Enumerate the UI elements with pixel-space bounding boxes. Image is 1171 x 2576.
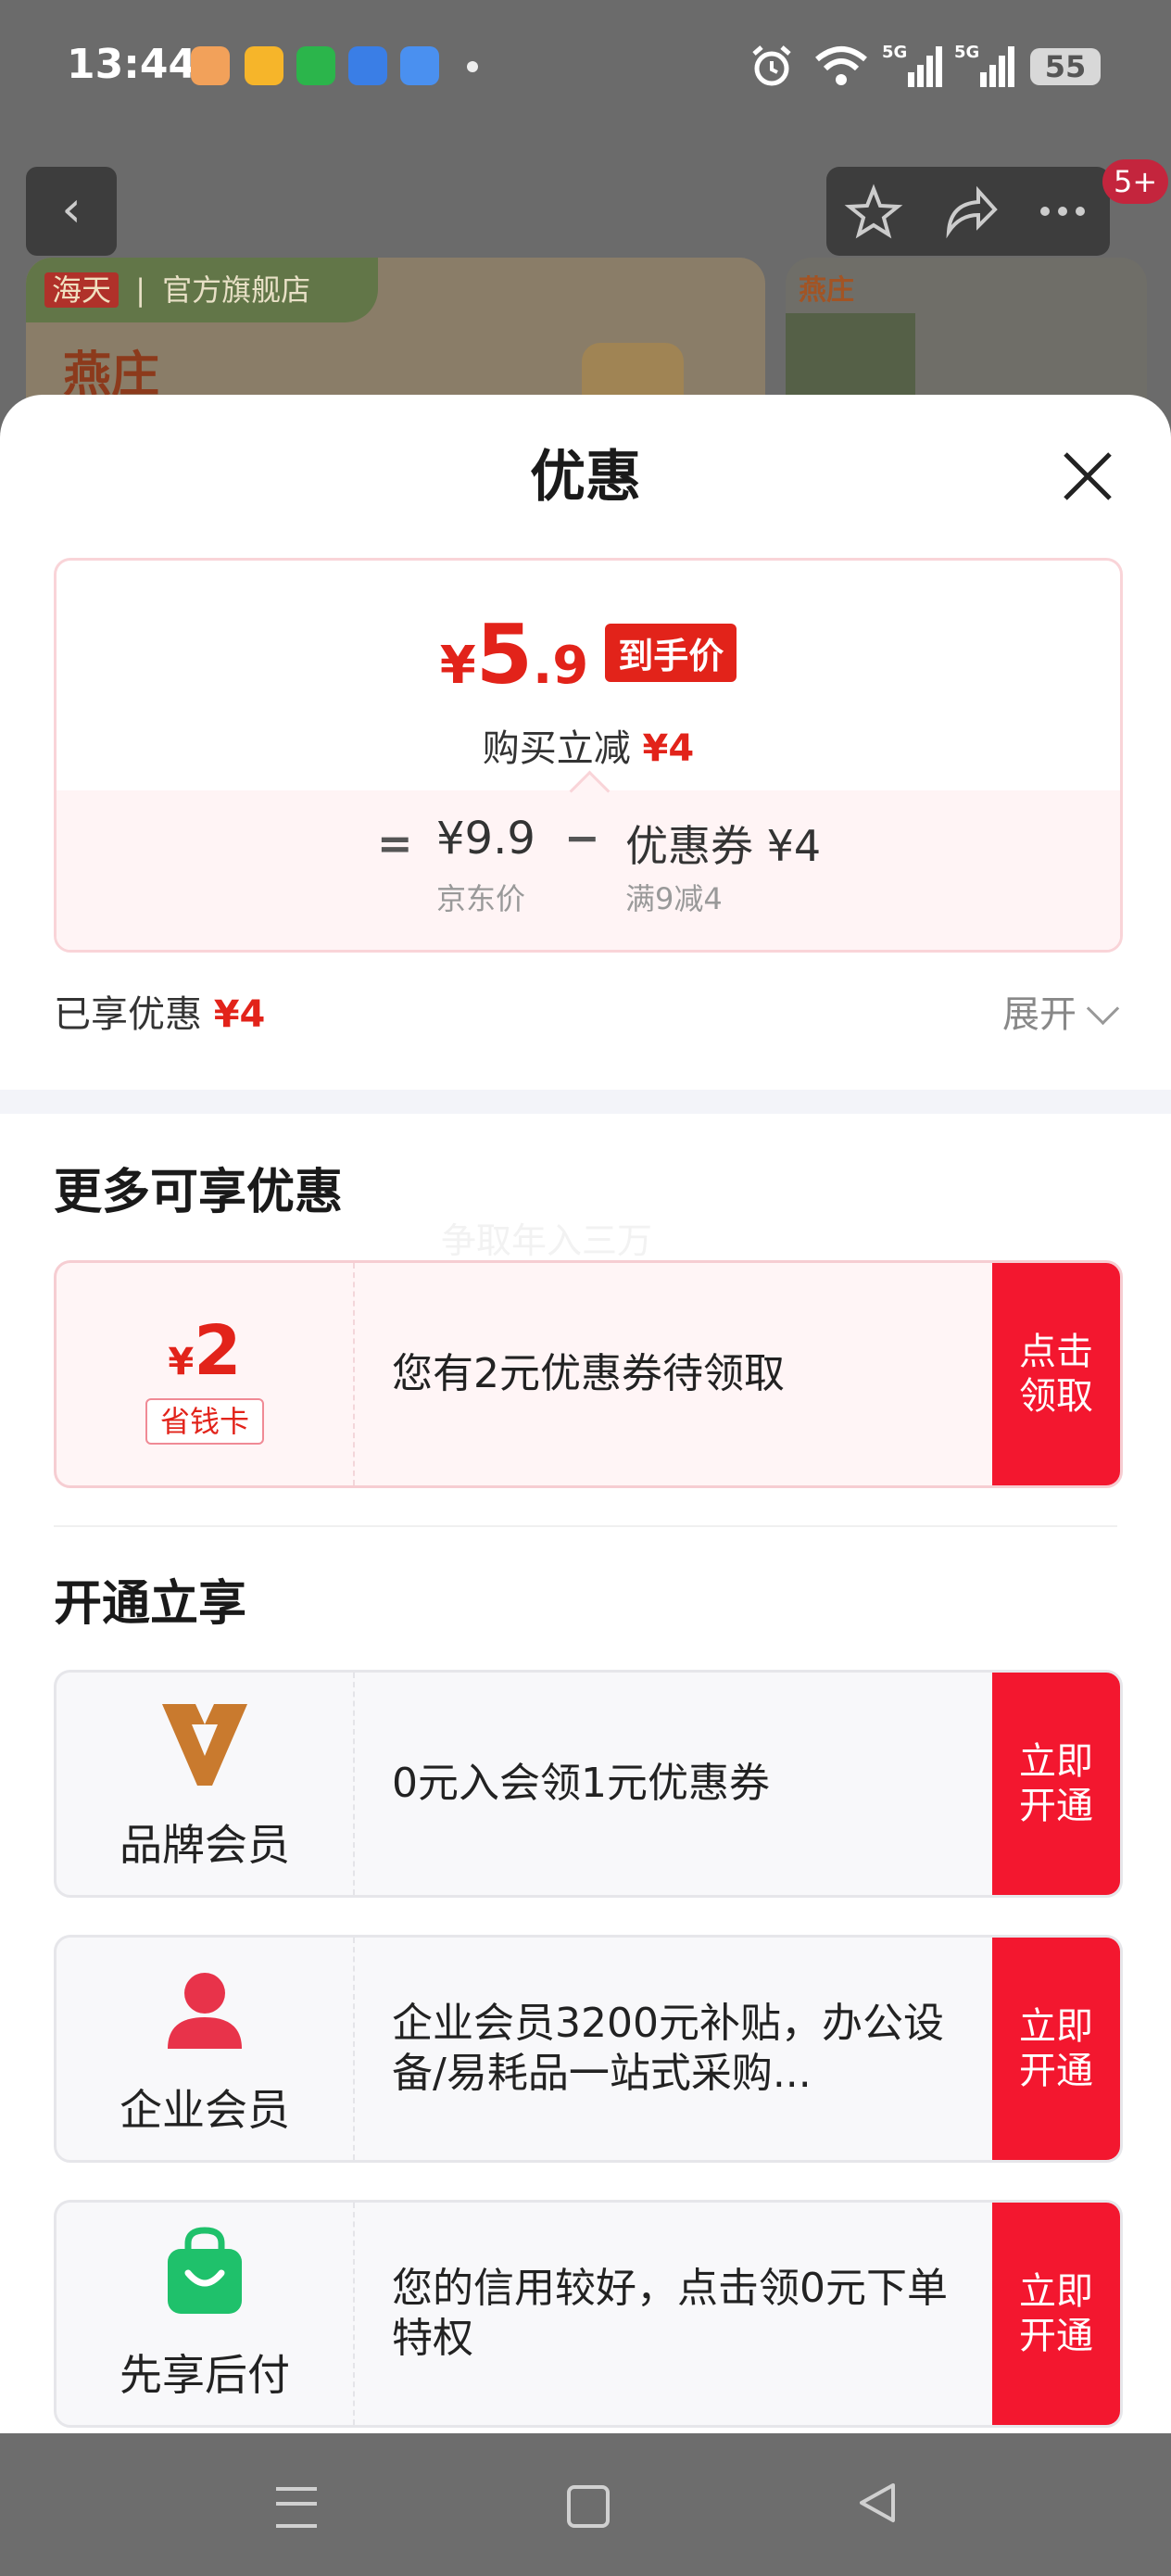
more-notifications-dot xyxy=(467,61,478,72)
alarm-icon xyxy=(752,45,791,86)
brand-member-text: 0元入会领1元优惠券 xyxy=(392,1673,985,1895)
enjoyed-amount: ¥4 xyxy=(213,993,266,1036)
final-price-tag: 到手价 xyxy=(605,624,737,682)
enterprise-member-description: 企业会员3200元补贴，办公设备/易耗品一站式采购... xyxy=(392,2000,944,2097)
savings-yen: ¥ xyxy=(168,1341,195,1383)
browser-app-icon xyxy=(400,46,439,85)
equals-sign: = xyxy=(377,818,413,868)
store-tag-text: 官方旗舰店 xyxy=(162,272,311,308)
open-enjoy-title: 开通立享 xyxy=(54,1576,247,1632)
message-app-icon xyxy=(296,46,335,85)
svg-text:5G: 5G xyxy=(954,43,979,62)
enjoyed-label: 已享优惠 xyxy=(54,993,202,1036)
jd-price: ¥9.9 xyxy=(436,813,535,865)
brand-member-left: 品牌会员 xyxy=(57,1673,355,1895)
system-navigation-bar xyxy=(0,2433,1171,2576)
pay-later-text: 您的信用较好，点击领0元下单特权 xyxy=(392,2203,985,2425)
weibo-icon xyxy=(245,46,283,85)
reduction-amount: ¥4 xyxy=(642,727,695,770)
open-enterprise-member-button[interactable]: 立即 开通 xyxy=(992,1938,1120,2160)
wifi-icon xyxy=(815,46,867,85)
pay-later-label: 先享后付 xyxy=(120,2350,290,2400)
store-tag: 海天 | 官方旗舰店 xyxy=(26,258,378,322)
tree-image xyxy=(786,313,915,406)
store-tag-brand: 海天 xyxy=(44,272,120,308)
divider xyxy=(54,1525,1117,1527)
status-time: 13:44 xyxy=(67,41,197,88)
savings-card-description: 您有2元优惠券待领取 xyxy=(392,1350,785,1397)
enterprise-member-text: 企业会员3200元补贴，办公设备/易耗品一站式采购... xyxy=(392,1938,985,2160)
back-button[interactable]: ‹ xyxy=(26,167,117,256)
price-integer: 5 xyxy=(475,607,533,702)
reduction-label: 购买立减 xyxy=(482,727,631,770)
enterprise-member-label: 企业会员 xyxy=(120,2085,290,2135)
user-icon xyxy=(168,1973,242,2049)
price-yen: ¥ xyxy=(439,636,476,696)
brand-member-card: 品牌会员 0元入会领1元优惠券 立即 开通 xyxy=(54,1670,1123,1898)
savings-amount: ¥2 xyxy=(57,1311,353,1391)
chevron-down-icon[interactable] xyxy=(1086,991,1120,1026)
final-price-box: ¥5.9 到手价 购买立减 ¥4 = ¥9.9 京东价 − 优惠券 ¥4 满9减4 xyxy=(54,558,1123,953)
more-discounts-title: 更多可享优惠 xyxy=(54,1165,344,1220)
pay-later-description: 您的信用较好，点击领0元下单特权 xyxy=(392,2265,948,2362)
battery-icon: 55 xyxy=(1030,48,1101,85)
watermark-text: 争取年入三万 xyxy=(441,1220,653,1261)
shopping-bag-icon xyxy=(168,2227,242,2314)
close-icon[interactable] xyxy=(1058,447,1117,506)
purchase-reduction: 购买立减 ¥4 xyxy=(57,718,1120,772)
signal-5g-icon: 5G xyxy=(954,43,1014,87)
enjoyed-discount: 已享优惠 ¥4 xyxy=(54,984,265,1038)
sheet-title: 优惠 xyxy=(530,445,641,510)
savings-card-tag: 省钱卡 xyxy=(145,1398,264,1445)
svg-text:5G: 5G xyxy=(882,43,907,62)
app-notification-icon xyxy=(191,46,230,85)
price-decimal: .9 xyxy=(532,636,589,696)
expand-button[interactable]: 展开 xyxy=(1002,984,1077,1038)
discount-sheet: 优惠 ¥5.9 到手价 购买立减 ¥4 = ¥9.9 京东价 − 优惠券 ¥4 满… xyxy=(0,395,1171,2433)
wallet-app-icon xyxy=(348,46,387,85)
open-pay-later-button[interactable]: 立即 开通 xyxy=(992,2203,1120,2425)
star-icon[interactable] xyxy=(826,180,921,243)
more-icon[interactable] xyxy=(1015,180,1110,243)
share-icon[interactable] xyxy=(921,180,1015,243)
top-toolbar xyxy=(826,167,1110,256)
final-price: ¥5.9 到手价 xyxy=(57,607,1120,702)
minus-sign: − xyxy=(564,813,600,863)
recent-apps-icon[interactable] xyxy=(276,2487,317,2528)
product-image: 燕庄 xyxy=(786,258,1147,406)
claim-button[interactable]: 点击 领取 xyxy=(992,1263,1120,1485)
brand-member-description: 0元入会领1元优惠券 xyxy=(392,1760,770,1807)
back-icon[interactable] xyxy=(856,2481,899,2524)
savings-number: 2 xyxy=(194,1311,242,1391)
savings-card-coupon: ¥2 省钱卡 您有2元优惠券待领取 点击 领取 xyxy=(54,1260,1123,1488)
savings-card-text: 您有2元优惠券待领取 xyxy=(392,1263,985,1485)
enterprise-member-card: 企业会员 企业会员3200元补贴，办公设备/易耗品一站式采购... 立即 开通 xyxy=(54,1935,1123,2163)
pay-later-card: 先享后付 您的信用较好，点击领0元下单特权 立即 开通 xyxy=(54,2200,1123,2428)
store-banner: 海天 | 官方旗舰店 燕庄 xyxy=(26,258,765,406)
home-icon[interactable] xyxy=(567,2485,610,2528)
section-separator xyxy=(0,1090,1171,1114)
brand-member-label: 品牌会员 xyxy=(120,1820,290,1870)
message-badge: 5+ xyxy=(1102,159,1169,204)
savings-card-left: ¥2 省钱卡 xyxy=(57,1263,355,1485)
jd-price-label: 京东价 xyxy=(436,881,526,916)
coupon-condition: 满9减4 xyxy=(625,881,723,916)
status-bar: 13:44 5G 5G 55 xyxy=(0,0,1171,139)
brand-member-icon xyxy=(162,1704,247,1786)
enterprise-member-left: 企业会员 xyxy=(57,1938,355,2160)
coupon-amount: 优惠券 ¥4 xyxy=(625,821,822,871)
open-brand-member-button[interactable]: 立即 开通 xyxy=(992,1673,1120,1895)
tag-divider: | xyxy=(135,272,145,308)
signal-5g-icon: 5G xyxy=(882,43,942,87)
banner2-brand: 燕庄 xyxy=(799,274,854,307)
pay-later-left: 先享后付 xyxy=(57,2203,355,2425)
